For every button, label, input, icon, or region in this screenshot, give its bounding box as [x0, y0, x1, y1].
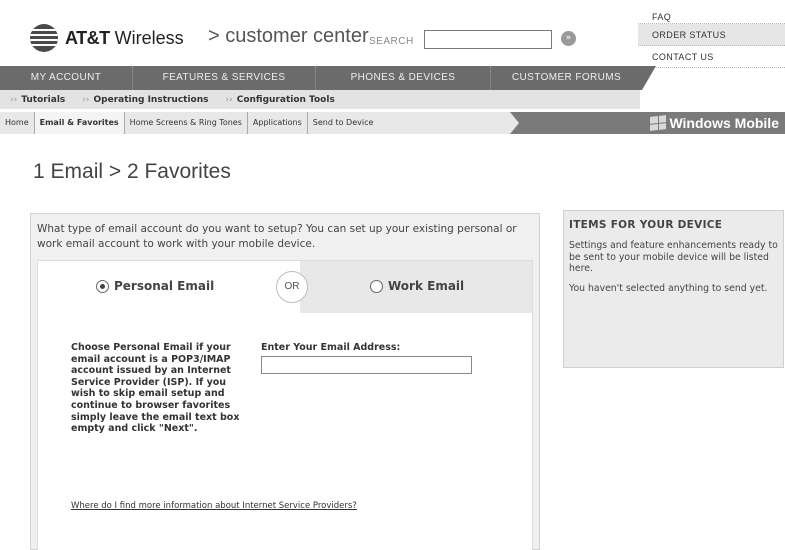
step-email-favorites[interactable]: Email & Favorites [34, 112, 125, 134]
windows-flag-icon [650, 115, 667, 131]
items-for-device-panel: ITEMS FOR YOUR DEVICE Settings and featu… [563, 210, 784, 368]
double-chevron-icon: ›› [10, 94, 18, 105]
att-globe-icon [30, 24, 58, 52]
main-nav: MY ACCOUNT FEATURES & SERVICES PHONES & … [0, 66, 656, 90]
customer-center-title: > customer center [208, 25, 369, 47]
side-panel-empty-state: You haven't selected anything to send ye… [569, 282, 768, 294]
work-email-label: Work Email [388, 279, 465, 293]
isp-info-link[interactable]: Where do I find more information about I… [71, 501, 357, 511]
email-setup-card: What type of email account do you want t… [30, 213, 540, 550]
email-address-input[interactable] [261, 356, 472, 374]
double-chevron-icon: ›› [225, 94, 233, 105]
or-badge: OR [276, 271, 308, 303]
step-home[interactable]: Home [0, 112, 35, 134]
faq-link[interactable]: FAQ [638, 0, 785, 24]
personal-email-option[interactable]: Personal Email [96, 279, 214, 293]
windows-mobile-logo: Windows Mobile [650, 115, 779, 131]
step-send-to-device[interactable]: Send to Device [308, 112, 379, 134]
quick-links: FAQ ORDER STATUS CONTACT US [638, 0, 785, 90]
order-status-link[interactable]: ORDER STATUS [638, 24, 785, 46]
att-wireless-logo[interactable]: AT&T Wireless [30, 24, 184, 52]
personal-email-help: Choose Personal Email if your email acco… [71, 342, 240, 435]
step-home-screens-ring-tones[interactable]: Home Screens & Ring Tones [125, 112, 248, 134]
subnav-operating-instructions[interactable]: ›› Operating Instructions [82, 95, 208, 105]
step-bar: Home Email & Favorites Home Screens & Ri… [0, 112, 785, 134]
go-arrow-icon: » [565, 33, 572, 43]
radio-selected-icon[interactable] [96, 279, 109, 293]
search-go-button[interactable]: » [561, 31, 576, 46]
sub-nav: ›› Tutorials ›› Operating Instructions ›› C… [0, 90, 640, 109]
radio-unselected-icon[interactable] [370, 279, 383, 293]
subnav-configuration-tools[interactable]: ›› Configuration Tools [226, 95, 335, 105]
nav-phones-devices[interactable]: PHONES & DEVICES [316, 66, 491, 90]
page-title: 1 Email > 2 Favorites [33, 160, 231, 183]
logo-text: AT&T Wireless [65, 27, 184, 48]
side-panel-title: ITEMS FOR YOUR DEVICE [569, 219, 723, 231]
email-type-choice: Personal Email OR Work Email [38, 261, 532, 313]
search-input[interactable] [424, 30, 552, 49]
work-email-option[interactable]: Work Email [370, 279, 464, 293]
double-chevron-icon: ›› [82, 94, 90, 105]
side-panel-description: Settings and feature enhancements ready … [569, 240, 778, 274]
nav-features-services[interactable]: FEATURES & SERVICES [133, 66, 316, 90]
intro-text: What type of email account do you want t… [37, 223, 517, 250]
email-address-label: Enter Your Email Address: [261, 342, 401, 353]
search-label: SEARCH [369, 36, 414, 47]
email-type-panel: Personal Email OR Work Email Choose Pers… [37, 260, 533, 550]
nav-customer-forums[interactable]: CUSTOMER FORUMS [491, 66, 642, 90]
nav-my-account[interactable]: MY ACCOUNT [0, 66, 133, 90]
personal-email-label: Personal Email [114, 279, 215, 293]
contact-us-link[interactable]: CONTACT US [638, 46, 785, 68]
step-applications[interactable]: Applications [248, 112, 308, 134]
subnav-tutorials[interactable]: ›› Tutorials [10, 95, 65, 105]
